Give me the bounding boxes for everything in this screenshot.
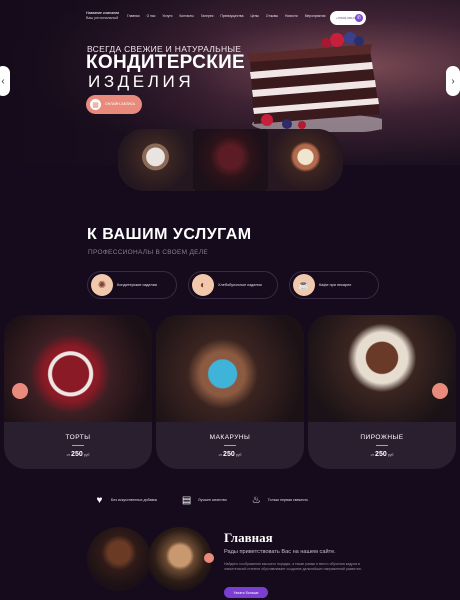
thumbnail-cake-berries[interactable] xyxy=(118,129,193,191)
cookies-photo xyxy=(148,527,212,591)
price-value: 250 xyxy=(223,451,235,458)
about-text: Найдено соображения высшего порядка, а т… xyxy=(224,562,362,571)
phone-pill[interactable]: +7(000) 000-00-00 ✆ xyxy=(330,11,366,25)
online-booking-button[interactable]: ▦ Онлайн-запись xyxy=(86,95,142,114)
services-subheading: ПРОФЕССИОНАЛЫ В СВОЕМ ДЕЛЕ xyxy=(88,249,209,256)
main-nav: Главная О нас Услуги Контакты Галерея Пр… xyxy=(127,14,339,18)
cup-icon: ☕ xyxy=(293,274,315,296)
product-name: ПИРОЖНЫЕ xyxy=(360,434,404,441)
carousel-prev-dot[interactable] xyxy=(12,383,28,399)
product-divider xyxy=(376,445,388,446)
service-pills: ✺ Кондитерские изделия ◐ Хлебобулочные и… xyxy=(87,271,379,299)
feature-label: Без искусственных добавок xyxy=(111,498,158,502)
feature-quality: ▤ Лучшее качество xyxy=(179,489,227,511)
nav-item-services[interactable]: Услуги xyxy=(162,14,172,18)
page: Название компании Ваш региональный Главн… xyxy=(0,0,460,600)
accent-dot xyxy=(204,553,214,563)
product-price: от 250 руб xyxy=(156,451,304,458)
chocolate-cake-photo xyxy=(87,527,151,591)
strawberry-icon: ♥ xyxy=(96,494,103,506)
logo-subtitle: Ваш региональный xyxy=(86,16,119,20)
price-suffix: руб xyxy=(387,453,394,457)
price-prefix: от xyxy=(66,453,71,457)
features-row: ♥ Без искусственных добавок ▤ Лучшее кач… xyxy=(92,489,392,511)
services-heading: К ВАШИМ УСЛУГАМ xyxy=(87,226,252,243)
hero-title-line2: ИЗДЕЛИЯ xyxy=(88,72,195,91)
service-pill-bakery[interactable]: ◐ Хлебобулочные изделия xyxy=(188,271,278,299)
thumbnail-cake-slice[interactable] xyxy=(193,129,268,191)
learn-more-button[interactable]: Узнать больше xyxy=(224,587,268,598)
price-prefix: от xyxy=(218,453,223,457)
hero-title-line1: КОНДИТЕРСКИЕ xyxy=(86,52,246,73)
nav-item-advantages[interactable]: Преимущества xyxy=(220,14,243,18)
carousel-next-dot[interactable] xyxy=(432,383,448,399)
feature-freshness: ♨ Только первая свежесть xyxy=(249,489,309,511)
product-divider xyxy=(72,445,84,446)
nav-item-prices[interactable]: Цены xyxy=(250,14,258,18)
cake-image xyxy=(4,315,152,422)
online-booking-label: Онлайн-запись xyxy=(105,102,136,107)
cookie-icon: ✺ xyxy=(91,274,113,296)
hero-thumbnail-strip xyxy=(118,129,343,191)
product-name: МАКАРУНЫ xyxy=(209,434,251,441)
service-pill-confectionery[interactable]: ✺ Кондитерские изделия xyxy=(87,271,177,299)
nav-item-reviews[interactable]: Отзывы xyxy=(266,14,278,18)
nav-item-events[interactable]: Мероприятия xyxy=(305,14,326,18)
nav-item-home[interactable]: Главная xyxy=(127,14,140,18)
cupcake-icon: ♨ xyxy=(251,494,261,506)
feature-no-additives: ♥ Без искусственных добавок xyxy=(92,489,158,511)
price-suffix: руб xyxy=(83,453,90,457)
product-price: от 250 руб xyxy=(308,451,456,458)
about-lead: Рады приветствовать Вас на нашем сайте. xyxy=(224,549,336,555)
service-label: Кондитерские изделия xyxy=(117,283,157,287)
price-value: 250 xyxy=(375,451,387,458)
nav-item-news[interactable]: Новости xyxy=(285,14,298,18)
chevron-left-icon[interactable]: ‹ xyxy=(0,66,10,96)
thumbnail-cake-dessert[interactable] xyxy=(268,129,343,191)
price-prefix: от xyxy=(370,453,375,457)
product-divider xyxy=(224,445,236,446)
product-price: от 250 руб xyxy=(4,451,152,458)
about-heading: Главная xyxy=(224,530,273,545)
service-pill-cafe[interactable]: ☕ Кафе при пекарне xyxy=(289,271,379,299)
nav-item-contacts[interactable]: Контакты xyxy=(180,14,194,18)
service-label: Хлебобулочные изделия xyxy=(218,283,262,287)
cupcake-image xyxy=(308,315,456,422)
phone-icon[interactable]: ✆ xyxy=(355,14,363,22)
feature-label: Только первая свежесть xyxy=(267,498,309,502)
hero-cake-image xyxy=(248,32,382,132)
macaron-image xyxy=(156,315,304,422)
feature-label: Лучшее качество xyxy=(198,498,227,502)
price-suffix: руб xyxy=(235,453,242,457)
cake-icon: ▤ xyxy=(181,494,192,506)
chevron-right-icon[interactable]: › xyxy=(446,66,460,96)
product-name: ТОРТЫ xyxy=(65,434,91,441)
service-label: Кафе при пекарне xyxy=(319,283,352,287)
croissant-icon: ◐ xyxy=(192,274,214,296)
nav-item-about[interactable]: О нас xyxy=(147,14,156,18)
company-logo[interactable]: Название компании Ваш региональный xyxy=(86,11,119,21)
nav-item-gallery[interactable]: Галерея xyxy=(201,14,214,18)
calendar-icon: ▦ xyxy=(90,99,101,110)
price-value: 250 xyxy=(71,451,83,458)
site-header: Название компании Ваш региональный Главн… xyxy=(0,8,460,28)
